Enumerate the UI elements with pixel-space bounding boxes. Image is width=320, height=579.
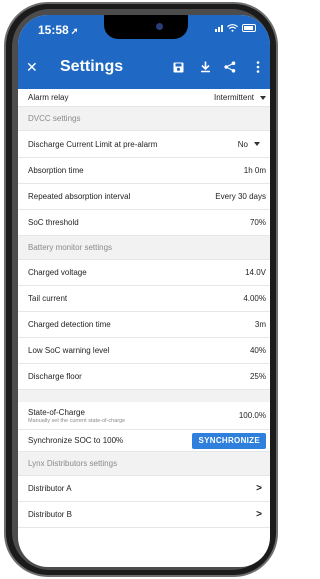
- alarm-relay-select[interactable]: Intermittent: [214, 93, 266, 102]
- wifi-icon: [227, 24, 238, 32]
- battery-monitor-section-header: Battery monitor settings: [18, 236, 270, 260]
- camera-icon: [156, 23, 163, 30]
- absorption-time-label: Absorption time: [28, 166, 84, 175]
- charged-detection-row[interactable]: Charged detection time 3m: [18, 312, 270, 338]
- repeated-absorption-value: Every 30 days: [215, 192, 266, 201]
- tail-current-row[interactable]: Tail current 4.00%: [18, 286, 270, 312]
- lynx-section-title: Lynx Distributors settings: [28, 459, 118, 468]
- soc-threshold-label: SoC threshold: [28, 218, 79, 227]
- low-soc-value: 40%: [249, 346, 266, 355]
- state-of-charge-row[interactable]: State-of-Charge Manually set the current…: [18, 402, 270, 430]
- status-time-text: 15:58: [38, 23, 69, 37]
- discharge-limit-row[interactable]: Discharge Current Limit at pre-alarm No: [18, 131, 270, 158]
- chevron-right-icon: >: [256, 509, 262, 520]
- chevron-right-icon: >: [256, 483, 262, 494]
- camera-notch: [104, 15, 188, 39]
- lynx-section-header: Lynx Distributors settings: [18, 452, 270, 476]
- charged-voltage-row[interactable]: Charged voltage 14.0V: [18, 260, 270, 286]
- low-soc-label: Low SoC warning level: [28, 346, 110, 355]
- distributor-b-label: Distributor B: [28, 510, 73, 519]
- absorption-time-value: 1h 0m: [243, 166, 266, 175]
- status-icons: [215, 24, 256, 32]
- repeated-absorption-label: Repeated absorption interval: [28, 192, 131, 201]
- distributor-a-row[interactable]: Distributor A >: [18, 476, 270, 502]
- close-icon[interactable]: ✕: [26, 60, 38, 74]
- settings-list: Alarm relay Intermittent DVCC settings D…: [18, 89, 270, 528]
- alarm-relay-label: Alarm relay: [28, 93, 69, 102]
- soc-threshold-value: 70%: [249, 218, 266, 227]
- signal-icon: [215, 25, 223, 32]
- discharge-floor-label: Discharge floor: [28, 372, 82, 381]
- charged-voltage-value: 14.0V: [245, 268, 266, 277]
- absorption-time-row[interactable]: Absorption time 1h 0m: [18, 158, 270, 184]
- soc-threshold-row[interactable]: SoC threshold 70%: [18, 210, 270, 236]
- chevron-down-icon: [254, 142, 260, 146]
- tail-current-value: 4.00%: [243, 294, 266, 303]
- sync-soc-row: Synchronize SOC to 100% SYNCHRONIZE: [18, 430, 270, 452]
- share-icon[interactable]: [222, 59, 238, 75]
- page-title: Settings: [60, 58, 124, 75]
- state-of-charge-text: State-of-Charge Manually set the current…: [28, 408, 125, 424]
- alarm-relay-value: Intermittent: [213, 93, 254, 102]
- state-of-charge-subtitle: Manually set the current state-of-charge: [28, 417, 126, 424]
- phone-screen: 15:58 ➚ ✕ Settings Alarm relay Intermitt…: [18, 15, 270, 567]
- discharge-floor-row[interactable]: Discharge floor 25%: [18, 364, 270, 390]
- location-arrow-icon: ➚: [70, 26, 79, 36]
- save-icon[interactable]: [170, 59, 186, 75]
- charged-detection-label: Charged detection time: [28, 320, 111, 329]
- app-bar: 15:58 ➚ ✕ Settings: [18, 15, 270, 89]
- state-of-charge-value: 100.0%: [238, 411, 266, 420]
- dvcc-section-title: DVCC settings: [28, 114, 81, 123]
- discharge-floor-value: 25%: [249, 372, 266, 381]
- charged-voltage-label: Charged voltage: [28, 268, 87, 277]
- tail-current-label: Tail current: [28, 294, 68, 303]
- discharge-limit-value: No: [237, 139, 248, 149]
- download-icon[interactable]: [197, 59, 213, 75]
- alarm-relay-row[interactable]: Alarm relay Intermittent: [18, 89, 270, 107]
- battery-icon: [242, 24, 256, 32]
- repeated-absorption-row[interactable]: Repeated absorption interval Every 30 da…: [18, 184, 270, 210]
- dvcc-section-header: DVCC settings: [18, 107, 270, 131]
- status-time: 15:58 ➚: [38, 23, 78, 37]
- chevron-down-icon: [260, 95, 266, 100]
- section-divider: [18, 390, 270, 402]
- distributor-b-row[interactable]: Distributor B >: [18, 502, 270, 528]
- distributor-a-label: Distributor A: [28, 484, 72, 493]
- discharge-limit-label: Discharge Current Limit at pre-alarm: [28, 139, 158, 149]
- state-of-charge-label: State-of-Charge: [28, 407, 85, 417]
- more-vertical-icon[interactable]: [250, 59, 266, 75]
- charged-detection-value: 3m: [254, 320, 266, 329]
- sync-soc-label: Synchronize SOC to 100%: [28, 436, 124, 445]
- low-soc-row[interactable]: Low SoC warning level 40%: [18, 338, 270, 364]
- synchronize-button[interactable]: SYNCHRONIZE: [192, 432, 266, 449]
- discharge-limit-select[interactable]: No: [238, 140, 260, 149]
- battery-monitor-section-title: Battery monitor settings: [28, 243, 113, 252]
